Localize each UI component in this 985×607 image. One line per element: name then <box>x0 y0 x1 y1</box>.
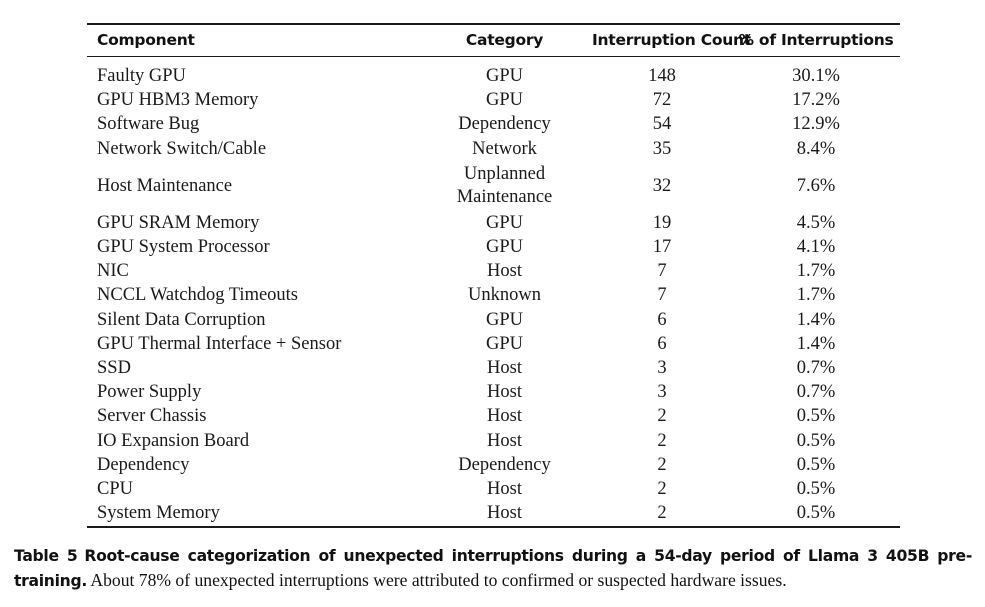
cell-interruption-count: 7 <box>657 285 667 306</box>
table-row: IO Expansion Board Host 2 0.5% <box>87 429 900 453</box>
cell-category: Unplanned Maintenance <box>456 163 553 207</box>
cell-component: Software Bug <box>97 114 200 135</box>
cell-percent-of-interruptions: 0.5% <box>796 430 836 451</box>
table-caption: Table 5 Root-cause categorization of unex… <box>14 543 972 593</box>
cell-percent-of-interruptions: 1.4% <box>796 309 836 330</box>
cell-category: Dependency <box>458 114 551 135</box>
table-row: Host Maintenance Unplanned Maintenance 32 7.… <box>87 161 900 211</box>
table-bottom-rule <box>87 526 900 528</box>
cell-component: Faulty GPU <box>97 66 186 86</box>
column-header-category: Category <box>465 31 544 49</box>
cell-interruption-count: 2 <box>657 406 667 427</box>
cell-component: SSD <box>97 358 131 379</box>
cell-interruption-count: 3 <box>657 382 667 403</box>
cell-category: Host <box>487 261 522 282</box>
cell-component: NCCL Watchdog Timeouts <box>97 285 299 306</box>
cell-category: Host <box>487 358 522 379</box>
cell-interruption-count: 32 <box>652 175 672 196</box>
cell-percent-of-interruptions: 0.5% <box>796 479 836 500</box>
cell-interruption-count: 35 <box>652 138 672 159</box>
cell-percent-of-interruptions: 8.4% <box>796 138 836 159</box>
caption-rest-text: About 78% of unexpected interruptions we… <box>90 570 787 590</box>
cell-interruption-count: 2 <box>657 479 667 500</box>
table-row: Software Bug Dependency 54 12.9% <box>87 112 900 136</box>
cell-component: GPU System Processor <box>97 237 270 258</box>
cell-percent-of-interruptions: 4.5% <box>796 212 836 233</box>
cell-category: GPU <box>485 90 523 111</box>
cell-percent-of-interruptions: 0.7% <box>796 358 836 379</box>
cell-percent-of-interruptions: 0.5% <box>796 454 836 475</box>
table-row: Silent Data Corruption GPU 6 1.4% <box>87 308 900 332</box>
cell-category: Unknown <box>468 285 541 306</box>
interruptions-table: Component Category Interruption Count % … <box>87 23 900 529</box>
table-row: GPU HBM3 Memory GPU 72 17.2% <box>87 88 900 112</box>
interruptions-table-container: Component Category Interruption Count % … <box>87 23 900 529</box>
cell-percent-of-interruptions: 1.7% <box>796 285 836 306</box>
table-row: Dependency Dependency 2 0.5% <box>87 453 900 477</box>
cell-interruption-count: 72 <box>652 90 672 111</box>
cell-category: GPU <box>485 333 523 354</box>
cell-component: Host Maintenance <box>97 175 233 196</box>
table-row: GPU SRAM Memory GPU 19 4.5% <box>87 211 900 235</box>
cell-interruption-count: 6 <box>657 333 667 354</box>
column-header-interruption-count: Interruption Count <box>592 31 751 49</box>
cell-category: GPU <box>485 212 523 233</box>
table-row: Network Switch/Cable Network 35 8.4% <box>87 137 900 161</box>
cell-interruption-count: 7 <box>657 261 667 282</box>
cell-interruption-count: 54 <box>652 114 672 135</box>
cell-category: Host <box>487 382 522 403</box>
cell-percent-of-interruptions: 4.1% <box>796 237 836 258</box>
caption-label: Table 5 <box>14 547 78 565</box>
cell-interruption-count: 148 <box>648 66 676 86</box>
table-row: Faulty GPU GPU 148 30.1% <box>87 57 900 89</box>
cell-percent-of-interruptions: 1.7% <box>796 261 836 282</box>
cell-category: Host <box>487 479 522 500</box>
cell-category: GPU <box>485 237 523 258</box>
table-body: Faulty GPU GPU 148 30.1% GPU HBM3 Memory GPU 7… <box>87 57 900 530</box>
cell-interruption-count: 19 <box>652 212 672 233</box>
table-header-row: Component Category Interruption Count % … <box>87 24 900 57</box>
table-figure-page: Component Category Interruption Count % … <box>0 0 985 607</box>
cell-interruption-count: 2 <box>657 430 667 451</box>
cell-interruption-count: 3 <box>657 358 667 379</box>
cell-percent-of-interruptions: 0.5% <box>796 406 836 427</box>
cell-percent-of-interruptions: 12.9% <box>792 114 840 135</box>
cell-component: NIC <box>97 261 129 282</box>
cell-component: Server Chassis <box>97 406 207 427</box>
table-header: Component Category Interruption Count % … <box>87 24 900 57</box>
table-row: CPU Host 2 0.5% <box>87 477 900 501</box>
cell-component: Power Supply <box>97 382 202 403</box>
cell-component: Network Switch/Cable <box>97 138 267 159</box>
cell-interruption-count: 2 <box>657 454 667 475</box>
cell-percent-of-interruptions: 17.2% <box>792 90 840 111</box>
table-row: Server Chassis Host 2 0.5% <box>87 404 900 428</box>
cell-component: Silent Data Corruption <box>97 309 266 330</box>
table-row: Power Supply Host 3 0.7% <box>87 380 900 404</box>
table-row: GPU System Processor GPU 17 4.1% <box>87 235 900 259</box>
cell-category: Host <box>487 406 522 427</box>
cell-category: Network <box>472 138 537 159</box>
table-row: GPU Thermal Interface + Sensor GPU 6 1.4% <box>87 332 900 356</box>
cell-interruption-count: 6 <box>657 309 667 330</box>
cell-component: GPU SRAM Memory <box>97 212 260 233</box>
column-header-percent-of-interruptions: % of Interruptions <box>738 31 894 49</box>
cell-component: GPU HBM3 Memory <box>97 90 259 111</box>
table-row: NIC Host 7 1.7% <box>87 259 900 283</box>
column-header-component: Component <box>97 31 195 49</box>
cell-component: IO Expansion Board <box>97 430 250 451</box>
cell-category: Host <box>487 430 522 451</box>
cell-interruption-count: 17 <box>652 237 672 258</box>
cell-percent-of-interruptions: 30.1% <box>792 66 840 86</box>
cell-percent-of-interruptions: 7.6% <box>796 175 836 196</box>
cell-component: GPU Thermal Interface + Sensor <box>97 333 342 354</box>
cell-percent-of-interruptions: 0.7% <box>796 382 836 403</box>
cell-category: GPU <box>485 309 523 330</box>
table-row: NCCL Watchdog Timeouts Unknown 7 1.7% <box>87 283 900 307</box>
cell-percent-of-interruptions: 1.4% <box>796 333 836 354</box>
cell-component: CPU <box>97 479 133 500</box>
cell-component: Dependency <box>97 454 190 475</box>
cell-category: Dependency <box>458 454 551 475</box>
table-row: SSD Host 3 0.7% <box>87 356 900 380</box>
cell-category: GPU <box>485 66 523 86</box>
